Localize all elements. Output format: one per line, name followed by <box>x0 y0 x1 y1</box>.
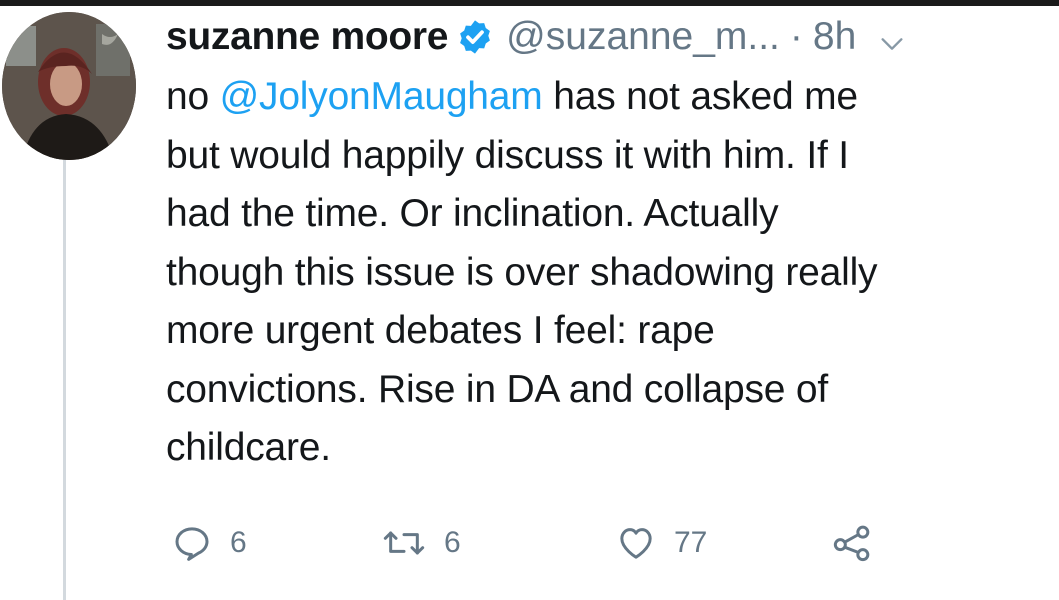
heart-icon <box>616 523 656 563</box>
tweet-line-6: convictions. Rise in DA and collapse of <box>166 367 829 411</box>
reply-count: 6 <box>230 526 247 559</box>
like-button[interactable]: 77 <box>616 518 707 568</box>
tweet-line-4: though this issue is over shadowing real… <box>166 250 878 294</box>
share-icon <box>830 523 874 563</box>
tweet-line-7: childcare. <box>166 426 331 469</box>
tweet-text-lead: no <box>166 75 220 118</box>
author-name[interactable]: suzanne moore <box>166 15 448 59</box>
reply-button[interactable]: 6 <box>172 518 247 568</box>
tweet-line-5: more urgent debates I feel: rape <box>166 309 715 352</box>
tweet-line-2: but would happily discuss it with him. I… <box>166 133 849 177</box>
retweet-icon <box>382 523 426 563</box>
tweet-actions: 6 6 77 <box>166 518 1046 568</box>
tweet-header: suzanne moore @suzanne_m... · 8h <box>166 12 906 62</box>
mention-link[interactable]: @JolyonMaugham <box>220 75 543 118</box>
separator-dot: · <box>789 15 803 58</box>
share-button[interactable] <box>830 518 874 568</box>
chevron-down-icon[interactable] <box>878 24 906 52</box>
tweet-body: no @JolyonMaugham has not asked me but w… <box>166 68 1046 478</box>
tweet-text-line1-rest: has not asked me <box>542 75 858 118</box>
tweet-line-3: had the time. Or inclination. Actually <box>166 192 779 235</box>
author-handle[interactable]: @suzanne_m... <box>506 15 780 59</box>
verified-badge-icon <box>456 18 494 56</box>
like-count: 77 <box>674 526 708 559</box>
top-edge-bar <box>0 0 1059 6</box>
tweet-line-1: no @JolyonMaugham has not asked me <box>166 68 1046 127</box>
thread-line <box>63 160 66 600</box>
retweet-button[interactable]: 6 <box>382 518 461 568</box>
retweet-count: 6 <box>444 526 461 559</box>
reply-icon <box>172 523 212 563</box>
avatar[interactable] <box>2 12 136 160</box>
tweet-timestamp[interactable]: 8h <box>813 15 856 59</box>
